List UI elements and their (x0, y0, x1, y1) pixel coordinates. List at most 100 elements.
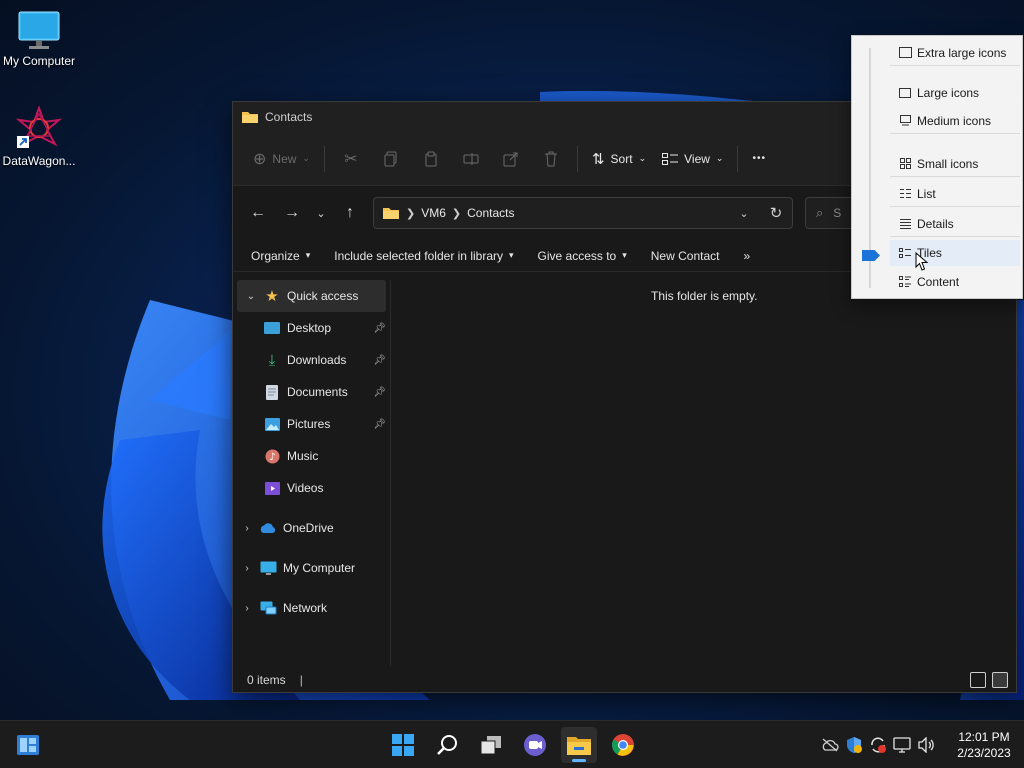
chevron-right-icon: › (245, 522, 249, 534)
nav-label: Pictures (287, 417, 331, 431)
copy-button[interactable] (371, 143, 411, 175)
nav-label: Music (287, 449, 319, 463)
view-option-small-icons[interactable]: Small icons (890, 151, 1020, 177)
view-option-extra-large-icons[interactable]: Extra large icons (890, 40, 1020, 66)
view-option-label: Medium icons (917, 113, 992, 128)
address-bar[interactable]: ❯ VM6 ❯ Contacts ⌄ ↻ (373, 197, 793, 229)
nav-my-computer[interactable]: › My Computer (233, 552, 390, 584)
folder-icon (383, 208, 399, 219)
search-button[interactable] (429, 727, 465, 763)
display-icon[interactable] (890, 733, 914, 757)
see-more-button[interactable]: ••• (744, 143, 774, 175)
svg-text:♪: ♪ (269, 452, 275, 463)
view-option-content[interactable]: Content (890, 269, 1020, 295)
address-history-button[interactable]: ⌄ (728, 207, 760, 220)
toolbar-divider (737, 145, 739, 172)
nav-label: Network (283, 601, 328, 615)
nav-desktop[interactable]: Desktop 📌︎ (233, 312, 390, 344)
security-icon[interactable] (842, 733, 866, 757)
file-list-area[interactable]: This folder is empty. (391, 280, 1016, 666)
nav-label: Videos (287, 481, 324, 495)
nav-label: Documents (287, 385, 348, 399)
organize-menu[interactable]: Organize ▾ (243, 242, 318, 270)
nav-label: Downloads (287, 353, 347, 367)
caret-down-icon: ▾ (305, 250, 311, 260)
view-option-list[interactable]: List (890, 181, 1020, 207)
view-option-medium-icons[interactable]: Medium icons (890, 108, 1020, 134)
status-divider: | (299, 673, 303, 687)
chrome-button[interactable] (605, 727, 641, 763)
picture-icon (263, 415, 281, 433)
sync-icon[interactable] (866, 733, 890, 757)
new-button[interactable]: ⊕ New ⌄ (245, 143, 318, 175)
teams-chat-button[interactable] (517, 727, 553, 763)
breadcrumb-contacts[interactable]: Contacts (467, 206, 514, 220)
nav-music[interactable]: ♪ Music (233, 440, 390, 472)
delete-button[interactable] (531, 143, 571, 175)
view-option-label: Extra large icons (917, 45, 1007, 60)
share-button[interactable] (491, 143, 531, 175)
refresh-button[interactable]: ↻ (760, 204, 792, 222)
nav-quick-access[interactable]: ⌄ ★ Quick access (237, 280, 386, 312)
view-option-large-icons[interactable]: Large icons (890, 80, 1020, 106)
give-access-label: Give access to (537, 248, 617, 263)
nav-pictures[interactable]: Pictures 📌︎ (233, 408, 390, 440)
desktop-icon-label: DataWagon... (2, 154, 76, 168)
pin-icon: 📌︎ (373, 354, 386, 366)
desktop-icon-label: My Computer (2, 54, 76, 68)
desktop-icon-datawagon[interactable]: DataWagon... (0, 106, 78, 168)
clock-date: 2/23/2023 (957, 746, 1011, 760)
medium-icons-icon (898, 114, 912, 128)
new-button-label: New (272, 151, 297, 166)
share-icon (503, 152, 518, 166)
view-option-tiles[interactable]: Tiles (890, 240, 1020, 266)
view-button[interactable]: View ⌄ (654, 143, 731, 175)
taskbar-clock[interactable]: 12:01 PM 2/23/2023 (952, 729, 1016, 761)
refresh-icon: ↻ (769, 205, 783, 222)
chevron-down-icon: ⌄ (246, 290, 256, 302)
back-button[interactable]: ← (241, 198, 275, 228)
details-view-toggle-icon[interactable] (970, 672, 986, 688)
nav-documents[interactable]: Documents 📌︎ (233, 376, 390, 408)
widgets-button[interactable] (10, 727, 46, 763)
nav-videos[interactable]: Videos (233, 472, 390, 504)
file-explorer-taskbar-button[interactable] (561, 727, 597, 763)
rename-button[interactable] (451, 143, 491, 175)
extra-large-icons-icon (898, 46, 912, 60)
nav-network[interactable]: › Network (233, 592, 390, 624)
selected-view-marker (862, 250, 880, 261)
small-icons-icon (898, 157, 912, 171)
view-option-label: Content (917, 275, 960, 289)
view-option-details[interactable]: Details (890, 211, 1020, 237)
forward-button[interactable]: → (275, 198, 309, 228)
sort-button[interactable]: ⇅ Sort ⌄ (584, 143, 654, 175)
recent-locations-button[interactable]: ⌄ (309, 198, 333, 228)
new-contact-button[interactable]: New Contact (643, 242, 728, 270)
teams-chat-icon (524, 734, 546, 756)
view-toggle-group (970, 672, 1008, 688)
start-button[interactable] (385, 727, 421, 763)
nav-downloads[interactable]: ⤓ Downloads 📌︎ (233, 344, 390, 376)
more-commands-button[interactable]: » (735, 242, 758, 270)
up-button[interactable]: ↑ (333, 198, 367, 228)
task-view-button[interactable] (473, 727, 509, 763)
paste-button[interactable] (411, 143, 451, 175)
view-button-label: View (684, 151, 710, 166)
large-icons-view-toggle-icon[interactable] (992, 672, 1008, 688)
network-offline-icon[interactable] (818, 733, 842, 757)
nav-onedrive[interactable]: › OneDrive (233, 512, 390, 544)
view-option-label: Small icons (917, 156, 979, 171)
arrow-up-icon: ↑ (346, 204, 354, 221)
more-options-icon: ••• (752, 153, 766, 164)
chevron-right-icon: › (245, 602, 249, 614)
pin-icon: 📌︎ (373, 418, 386, 430)
nav-label: My Computer (283, 561, 356, 575)
cut-button[interactable]: ✂ (331, 143, 371, 175)
volume-icon[interactable] (914, 733, 938, 757)
breadcrumb-vm6[interactable]: VM6 (421, 206, 446, 220)
desktop-icon-my-computer[interactable]: My Computer (0, 10, 78, 68)
view-icon (662, 152, 679, 165)
include-in-library-menu[interactable]: Include selected folder in library ▾ (326, 242, 521, 270)
caret-down-icon: ▾ (509, 250, 514, 260)
give-access-menu[interactable]: Give access to ▾ (530, 242, 635, 270)
